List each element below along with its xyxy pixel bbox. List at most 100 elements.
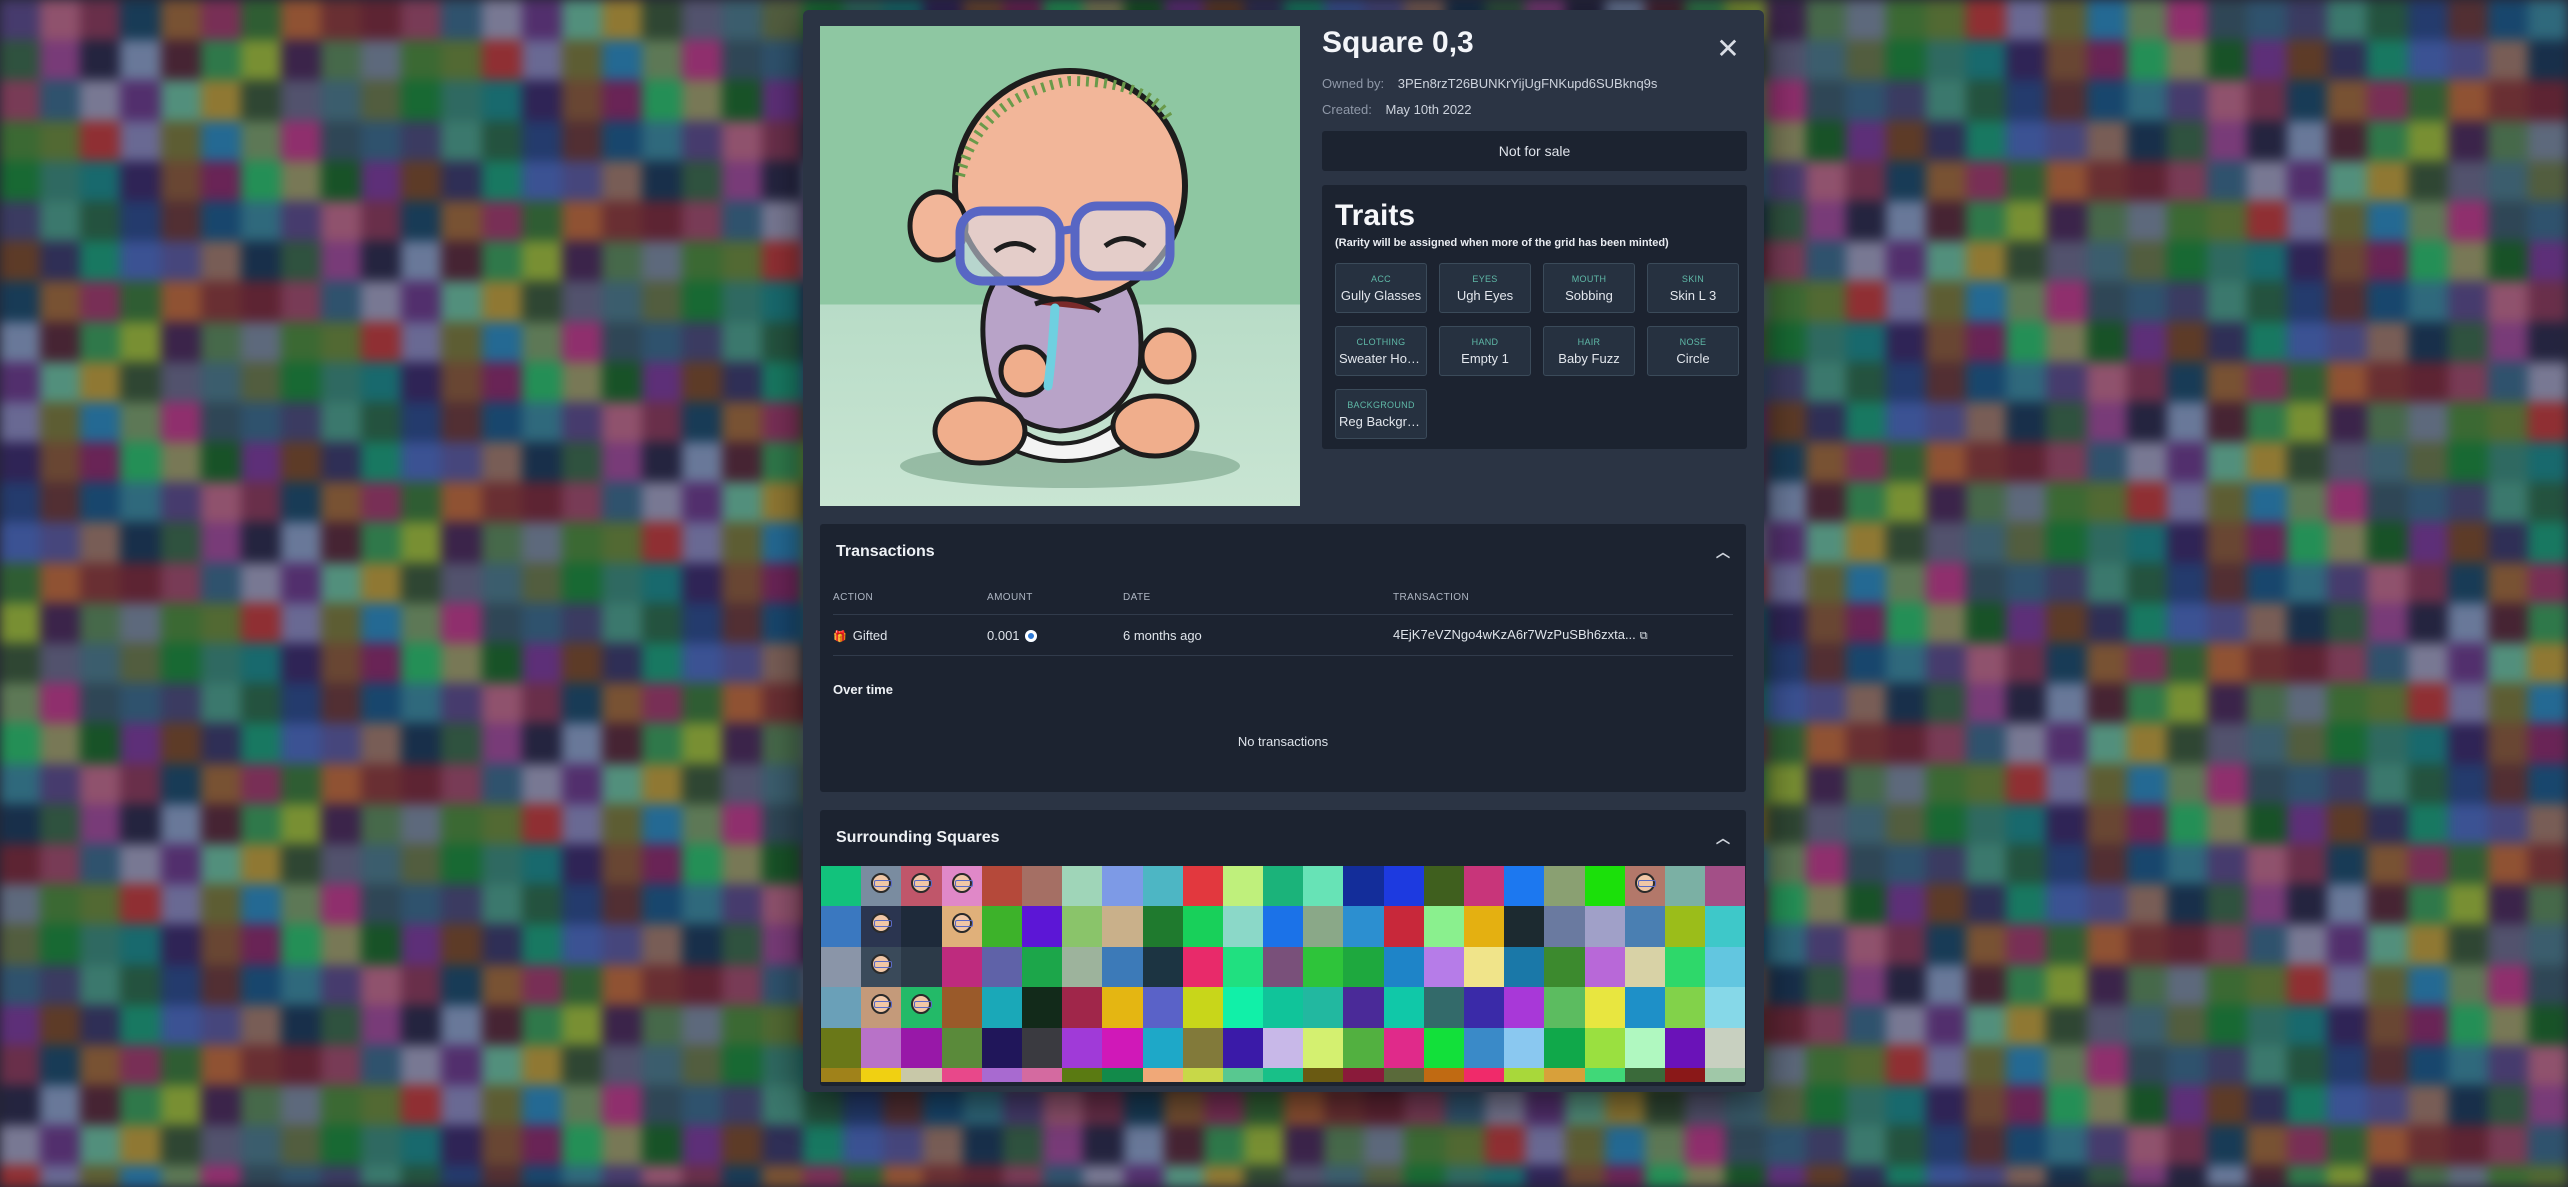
surrounding-square[interactable] [981, 866, 1022, 907]
surrounding-square[interactable] [1664, 987, 1706, 1028]
surrounding-square[interactable] [901, 1067, 942, 1082]
surrounding-square[interactable] [1142, 906, 1183, 947]
surrounding-square[interactable] [1705, 906, 1746, 947]
surrounding-square[interactable] [1423, 1027, 1464, 1068]
surrounding-square[interactable] [1423, 1067, 1464, 1082]
surrounding-square[interactable] [1383, 906, 1424, 947]
surrounding-square[interactable] [1182, 1027, 1223, 1068]
surrounding-square[interactable] [1222, 946, 1264, 988]
surrounding-square[interactable] [1584, 866, 1625, 907]
surrounding-square[interactable] [1102, 987, 1143, 1028]
surrounding-square[interactable] [1624, 1067, 1665, 1082]
surrounding-square[interactable] [901, 906, 942, 947]
surrounding-square[interactable] [941, 866, 982, 907]
tx-hash[interactable]: 4EjK7eVZNgo4wKzA6r7WzPuSBh6zxta... [1393, 627, 1636, 642]
surrounding-square[interactable] [1664, 906, 1706, 947]
surrounding-square[interactable] [1504, 866, 1545, 907]
surrounding-square[interactable] [1584, 1027, 1625, 1068]
surrounding-square[interactable] [1263, 866, 1304, 907]
owner-address[interactable]: 3PEn8rzT26BUNKrYijUgFNKupd6SUBknq9s [1398, 76, 1658, 91]
surrounding-square[interactable] [1705, 987, 1746, 1028]
surrounding-square[interactable] [1705, 1067, 1746, 1082]
surrounding-square[interactable] [981, 946, 1022, 988]
surrounding-square[interactable] [981, 1027, 1022, 1068]
surrounding-square[interactable] [1062, 1027, 1103, 1068]
surrounding-square[interactable] [1664, 1067, 1706, 1082]
surrounding-square[interactable] [1544, 1067, 1585, 1082]
external-link-icon[interactable]: ⧉ [1640, 630, 1648, 642]
surrounding-square[interactable] [821, 987, 862, 1028]
surrounding-square[interactable] [1303, 987, 1344, 1028]
surrounding-square[interactable] [1464, 1027, 1505, 1068]
surrounding-square[interactable] [1504, 906, 1545, 947]
surrounding-square[interactable] [1343, 946, 1384, 988]
surrounding-square[interactable] [861, 906, 902, 947]
surrounding-square[interactable] [1504, 1067, 1545, 1082]
surrounding-square[interactable] [1624, 987, 1665, 1028]
surrounding-square[interactable] [1062, 987, 1103, 1028]
surrounding-square[interactable] [941, 987, 982, 1028]
surrounding-square[interactable] [1705, 1027, 1746, 1068]
surrounding-square[interactable] [1584, 946, 1625, 988]
surrounding-square[interactable] [1142, 946, 1183, 988]
surrounding-square[interactable] [1263, 1027, 1304, 1068]
surrounding-square[interactable] [1584, 1067, 1625, 1082]
surrounding-square[interactable] [1664, 866, 1706, 907]
surrounding-square[interactable] [1544, 987, 1585, 1028]
surrounding-square[interactable] [1021, 1027, 1063, 1068]
surrounding-square[interactable] [1222, 866, 1264, 907]
surrounding-square[interactable] [1423, 866, 1464, 907]
surrounding-square[interactable] [1464, 987, 1505, 1028]
surrounding-square[interactable] [1303, 1027, 1344, 1068]
surrounding-square[interactable] [1182, 1067, 1223, 1082]
surrounding-square[interactable] [1021, 906, 1063, 947]
surrounding-square[interactable] [821, 1067, 862, 1082]
surrounding-square[interactable] [941, 1067, 982, 1082]
surrounding-square[interactable] [1182, 906, 1223, 947]
surrounding-square[interactable] [901, 987, 942, 1028]
surrounding-square[interactable] [1544, 1027, 1585, 1068]
surrounding-square[interactable] [1102, 946, 1143, 988]
surrounding-square[interactable] [1464, 1067, 1505, 1082]
surrounding-square[interactable] [1021, 1067, 1063, 1082]
surrounding-square[interactable] [1624, 866, 1665, 907]
surrounding-square[interactable] [1624, 1027, 1665, 1068]
surrounding-square[interactable] [1383, 1067, 1424, 1082]
chevron-up-icon[interactable]: ︿ [1716, 542, 1730, 562]
surrounding-square[interactable] [1383, 1027, 1424, 1068]
surrounding-square[interactable] [941, 946, 982, 988]
surrounding-square[interactable] [1504, 1027, 1545, 1068]
surrounding-square[interactable] [1544, 866, 1585, 907]
surrounding-square[interactable] [1263, 1067, 1304, 1082]
surrounding-square[interactable] [981, 1067, 1022, 1082]
surrounding-square[interactable] [1222, 987, 1264, 1028]
surrounding-square[interactable] [1102, 1027, 1143, 1068]
surrounding-square[interactable] [1021, 946, 1063, 988]
surrounding-square[interactable] [821, 866, 862, 907]
surrounding-square[interactable] [1062, 946, 1103, 988]
surrounding-square[interactable] [941, 1027, 982, 1068]
surrounding-square[interactable] [1584, 987, 1625, 1028]
surrounding-square[interactable] [1343, 987, 1384, 1028]
surrounding-square[interactable] [1624, 906, 1665, 947]
surrounding-square[interactable] [1343, 1067, 1384, 1082]
surrounding-square[interactable] [901, 946, 942, 988]
surrounding-square[interactable] [861, 866, 902, 907]
surrounding-square[interactable] [1303, 946, 1344, 988]
surrounding-square[interactable] [1464, 906, 1505, 947]
surrounding-square[interactable] [1102, 1067, 1143, 1082]
surrounding-square[interactable] [1383, 946, 1424, 988]
surrounding-square[interactable] [1343, 906, 1384, 947]
surrounding-square[interactable] [1142, 987, 1183, 1028]
surrounding-square[interactable] [1584, 906, 1625, 947]
surrounding-square[interactable] [1383, 866, 1424, 907]
surrounding-square[interactable] [1142, 866, 1183, 907]
surrounding-square[interactable] [1182, 987, 1223, 1028]
surrounding-square[interactable] [861, 1067, 902, 1082]
surrounding-square[interactable] [1624, 946, 1665, 988]
tx-link[interactable]: 4EjK7eVZNgo4wKzA6r7WzPuSBh6zxta... ⧉ [1393, 627, 1733, 643]
surrounding-square[interactable] [1423, 906, 1464, 947]
surrounding-square[interactable] [981, 906, 1022, 947]
surrounding-square[interactable] [1142, 1027, 1183, 1068]
transactions-header[interactable]: Transactions ︿ [820, 524, 1746, 580]
